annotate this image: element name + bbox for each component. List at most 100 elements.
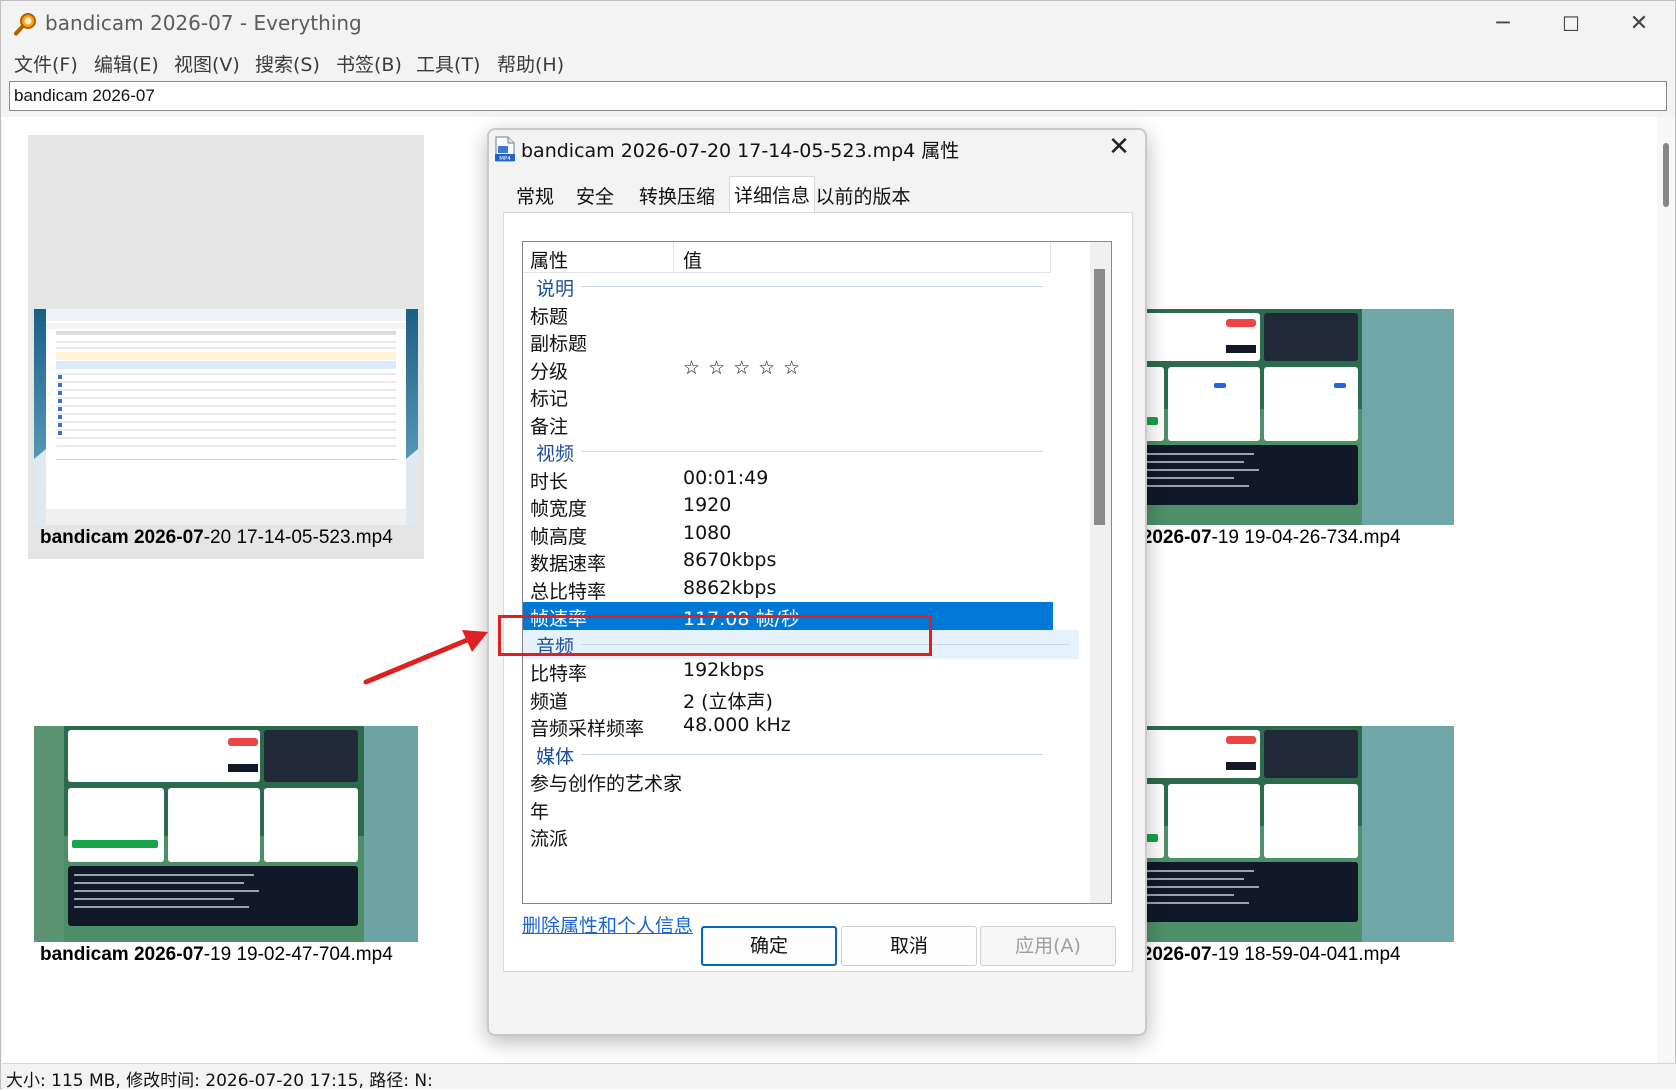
rating-stars-icon[interactable]: ☆☆☆☆☆ [683, 357, 808, 379]
property-name: 分级 [530, 360, 569, 383]
property-name: 总比特率 [530, 580, 607, 603]
property-name: 帧高度 [530, 525, 588, 548]
desktop-screenshot-thumbnail [34, 309, 418, 525]
results-scrollbar[interactable] [1657, 117, 1675, 1063]
property-name: 数据速率 [530, 553, 607, 575]
column-divider[interactable] [673, 242, 674, 272]
property-row[interactable]: 比特率 192kbps [523, 657, 1053, 686]
details-panel: 属性 值 说明标题副标题分级 ☆☆☆☆☆ 标记备注视频时长 00:01:49 帧宽度 19… [503, 212, 1133, 972]
property-name: 副标题 [530, 333, 588, 355]
property-name: 帧宽度 [530, 498, 588, 520]
property-value: 192kbps [683, 659, 765, 681]
property-value: 8862kbps [683, 576, 777, 599]
property-group-header[interactable]: 媒体 [523, 740, 1053, 769]
property-row[interactable]: 帧高度 1080 [523, 520, 1053, 549]
property-name: 备注 [530, 415, 569, 438]
property-value: 1920 [683, 494, 732, 516]
property-value: 00:01:49 [683, 466, 769, 489]
file-type-label: MP4 [499, 156, 511, 162]
property-name: 标记 [530, 388, 569, 410]
property-value: 48.000 kHz [683, 714, 791, 736]
annotation-arrow-icon [363, 630, 488, 685]
column-property[interactable]: 属性 [530, 246, 568, 273]
property-row[interactable]: 年 [523, 795, 1053, 824]
result-item[interactable]: bandicam 2026-07-20 17-14-05-523.mp4 [28, 135, 424, 559]
dialog-title: bandicam 2026-07-20 17-14-05-523.mp4 属性 [521, 140, 960, 162]
mp4-file-icon: MP4 [495, 136, 515, 162]
dialog-close-button[interactable]: ✕ [1097, 130, 1141, 166]
menu-tools[interactable]: 工具(T) [416, 50, 480, 77]
scrollbar-thumb[interactable] [1663, 143, 1669, 207]
title-bar: bandicam 2026-07 - Everything ─ ☐ ✕ [1, 1, 1675, 47]
list-scrollbar[interactable] [1090, 242, 1111, 903]
property-value: 1080 [683, 521, 732, 544]
property-row[interactable]: 数据速率 8670kbps [523, 547, 1053, 576]
property-name: 参与创作的艺术家 [530, 773, 683, 795]
minimize-button[interactable]: ─ [1469, 1, 1537, 47]
column-divider[interactable] [1050, 242, 1051, 272]
tab-general[interactable]: 常规 [505, 180, 565, 212]
property-row[interactable]: 分级 ☆☆☆☆☆ [523, 355, 1053, 384]
search-input[interactable] [10, 82, 1666, 110]
remove-properties-link[interactable]: 删除属性和个人信息 [522, 911, 693, 938]
properties-dialog: MP4 bandicam 2026-07-20 17-14-05-523.mp4… [487, 128, 1147, 1036]
property-name: 标题 [530, 305, 569, 328]
status-text: 大小: 115 MB, 修改时间: 2026-07-20 17:15, 路径: … [6, 1071, 433, 1091]
property-list[interactable]: 属性 值 说明标题副标题分级 ☆☆☆☆☆ 标记备注视频时长 00:01:49 帧宽度 19… [522, 241, 1112, 904]
menu-bookmarks[interactable]: 书签(B) [336, 50, 402, 77]
tab-security[interactable]: 安全 [565, 180, 625, 212]
property-group-header[interactable]: 视频 [523, 437, 1053, 466]
property-row[interactable]: 标题 [523, 300, 1053, 329]
property-name: 时长 [530, 470, 569, 493]
property-name: 频道 [530, 690, 569, 713]
property-row[interactable]: 标记 [523, 382, 1053, 411]
tab-convert[interactable]: 转换压缩 [627, 180, 727, 212]
property-name: 流派 [530, 828, 569, 850]
menu-file[interactable]: 文件(F) [14, 50, 78, 77]
ok-button[interactable]: 确定 [701, 926, 837, 966]
menu-bar: 文件(F) 编辑(E) 视图(V) 搜索(S) 书签(B) 工具(T) 帮助(H… [1, 47, 1675, 79]
property-name: 比特率 [530, 663, 588, 685]
tab-previous-versions[interactable]: 以前的版本 [813, 180, 913, 212]
close-button[interactable]: ✕ [1605, 1, 1673, 47]
property-row[interactable]: 流派 [523, 822, 1053, 851]
group-label: 视频 [536, 443, 575, 465]
property-row[interactable]: 音频采样频率 48.000 kHz [523, 712, 1053, 741]
property-row[interactable]: 频道 2 (立体声) [523, 685, 1053, 714]
property-value: 8670kbps [683, 549, 777, 571]
property-row[interactable]: 备注 [523, 410, 1053, 439]
list-header: 属性 值 [523, 242, 1051, 273]
video-thumbnail [34, 726, 418, 942]
menu-view[interactable]: 视图(V) [174, 50, 240, 77]
column-value[interactable]: 值 [683, 246, 702, 273]
property-row[interactable]: 参与创作的艺术家 [523, 767, 1053, 796]
result-filename: bandicam 2026-07-20 17-14-05-523.mp4 [40, 527, 393, 548]
property-row[interactable]: 帧宽度 1920 [523, 492, 1053, 521]
result-filename: bandicam 2026-07-19 19-02-47-704.mp4 [40, 944, 393, 965]
group-label: 媒体 [536, 745, 575, 768]
apply-button[interactable]: 应用(A) [980, 926, 1116, 966]
menu-search[interactable]: 搜索(S) [255, 50, 320, 77]
menu-help[interactable]: 帮助(H) [497, 50, 564, 77]
group-divider-line [581, 451, 1043, 452]
property-name: 年 [530, 800, 550, 823]
window-title: bandicam 2026-07 - Everything [45, 11, 362, 35]
search-box[interactable] [9, 81, 1667, 111]
result-item[interactable]: bandicam 2026-07-19 19-02-47-704.mp4 [28, 552, 424, 976]
tab-details[interactable]: 详细信息 [729, 176, 815, 213]
dashboard-screenshot-thumbnail [34, 726, 418, 942]
property-row[interactable]: 总比特率 8862kbps [523, 575, 1053, 604]
magnifier-app-icon [14, 13, 36, 36]
property-group-header[interactable]: 说明 [523, 272, 1053, 301]
list-scrollbar-thumb[interactable] [1094, 269, 1105, 525]
property-value: 2 (立体声) [683, 690, 773, 713]
group-divider-line [581, 753, 1043, 755]
property-name: 音频采样频率 [530, 718, 645, 740]
property-row[interactable]: 副标题 [523, 327, 1053, 356]
maximize-button[interactable]: ☐ [1537, 1, 1605, 47]
status-bar: 大小: 115 MB, 修改时间: 2026-07-20 17:15, 路径: … [2, 1063, 1676, 1091]
property-row[interactable]: 时长 00:01:49 [523, 465, 1053, 494]
menu-edit[interactable]: 编辑(E) [94, 50, 159, 77]
cancel-button[interactable]: 取消 [841, 926, 977, 966]
annotation-highlight-box [498, 615, 932, 656]
